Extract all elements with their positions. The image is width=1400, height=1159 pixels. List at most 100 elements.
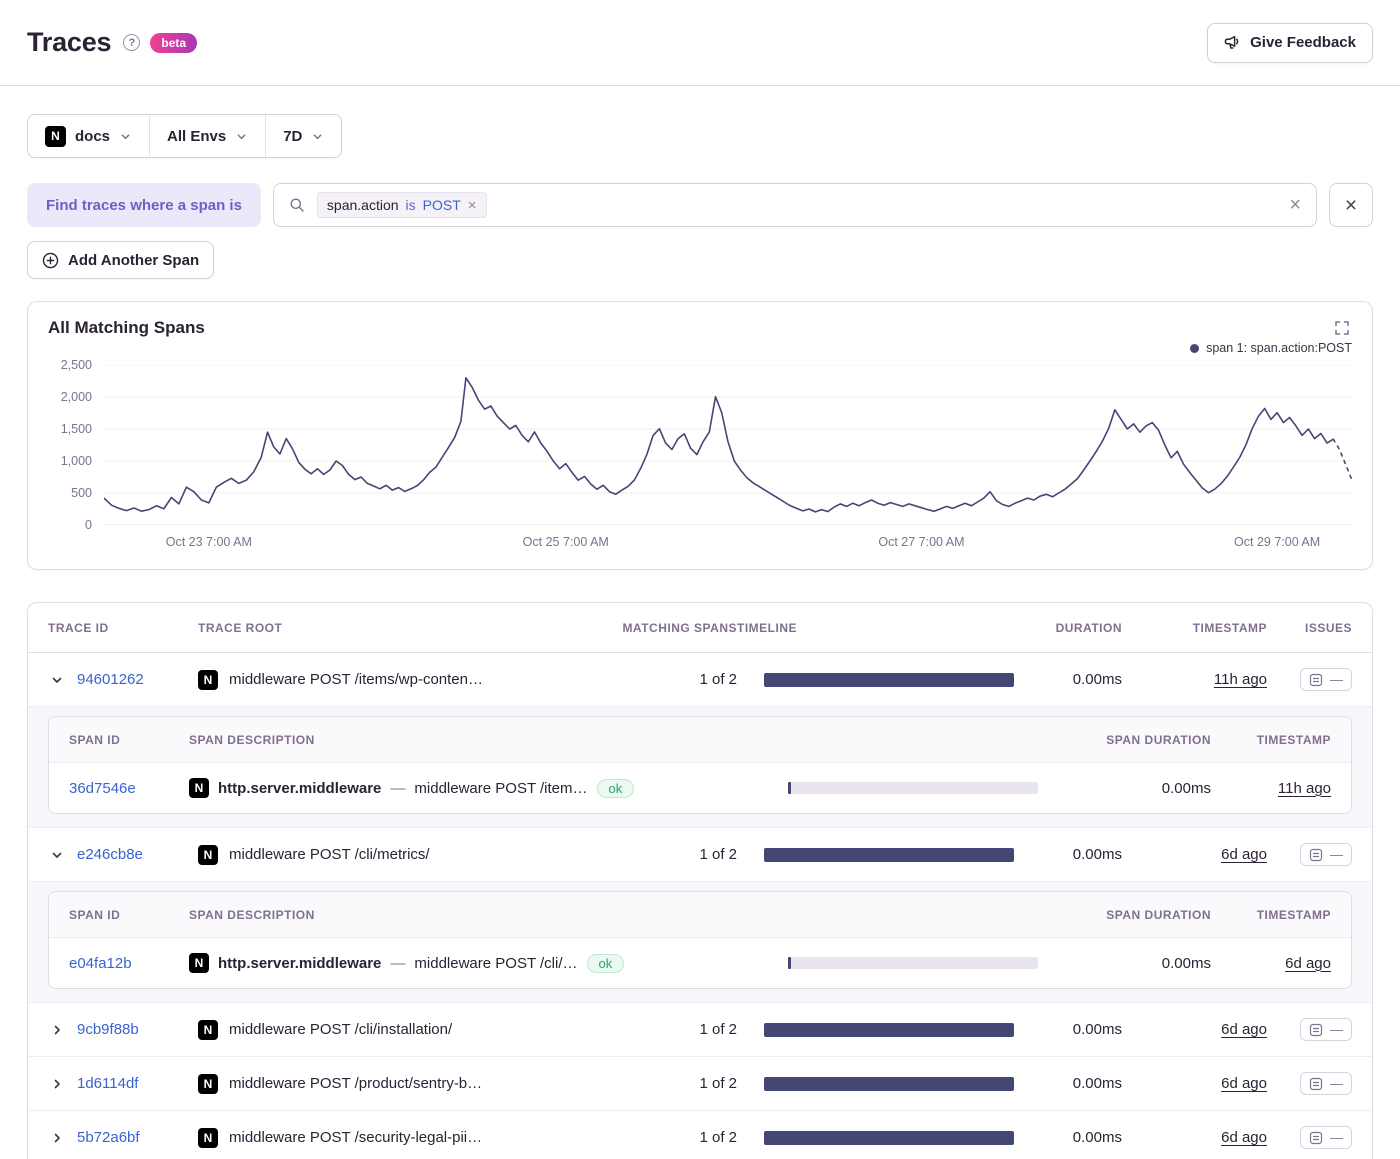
timestamp-value[interactable]: 6d ago: [1221, 1075, 1267, 1092]
page-title: Traces: [27, 27, 111, 58]
col-span-duration: Span Duration: [1041, 908, 1211, 922]
span-description-text: middleware POST /cli/…: [414, 955, 577, 972]
span-op: http.server.middleware: [218, 955, 381, 972]
search-token[interactable]: span.action is POST ×: [317, 192, 487, 218]
span-timeline-marker: [788, 782, 791, 794]
timeline-bar[interactable]: [764, 1023, 1014, 1037]
chevron-right-icon[interactable]: [48, 1021, 66, 1039]
traces-table: Trace ID Trace Root Matching Spans Timel…: [27, 602, 1373, 1159]
project-selector-label: docs: [75, 128, 110, 145]
span-row[interactable]: e04fa12b N http.server.middleware — midd…: [49, 938, 1351, 988]
remove-span-filter-button[interactable]: ×: [1329, 183, 1373, 227]
chevron-down-icon: [119, 130, 132, 143]
nextjs-icon: N: [198, 1128, 218, 1148]
trace-id-link[interactable]: 94601262: [77, 671, 144, 688]
issues-indicator[interactable]: —: [1300, 843, 1352, 866]
issues-icon: [1309, 1131, 1323, 1145]
chart-y-axis: 05001,0001,5002,0002,500: [48, 365, 104, 525]
legend-dot: [1190, 344, 1199, 353]
table-row[interactable]: e246cb8e N middleware POST /cli/metrics/…: [28, 828, 1372, 882]
span-duration-value: 0.00ms: [1041, 780, 1211, 797]
give-feedback-button[interactable]: Give Feedback: [1207, 23, 1373, 63]
give-feedback-label: Give Feedback: [1250, 34, 1356, 51]
nextjs-icon: N: [198, 1020, 218, 1040]
table-row[interactable]: 1d6114df N middleware POST /product/sent…: [28, 1057, 1372, 1111]
chevron-down-icon[interactable]: [48, 846, 66, 864]
span-timeline-track[interactable]: [788, 957, 1038, 969]
issues-indicator[interactable]: —: [1300, 668, 1352, 691]
help-icon[interactable]: ?: [123, 34, 140, 51]
y-axis-label: 1,500: [61, 421, 92, 437]
timeline-bar[interactable]: [764, 1077, 1014, 1091]
project-selector[interactable]: N docs: [28, 115, 149, 157]
beta-badge: beta: [150, 33, 197, 53]
span-timestamp-value[interactable]: 11h ago: [1278, 780, 1331, 797]
issues-indicator[interactable]: —: [1300, 1072, 1352, 1095]
timeline-bar[interactable]: [764, 848, 1014, 862]
add-another-span-label: Add Another Span: [68, 252, 199, 269]
environment-selector[interactable]: All Envs: [149, 115, 265, 157]
y-axis-label: 2,000: [61, 389, 92, 405]
span-timestamp-value[interactable]: 6d ago: [1285, 955, 1331, 972]
chevron-down-icon: [235, 130, 248, 143]
trace-root-text: middleware POST /security-legal-pii…: [229, 1129, 482, 1146]
token-value: POST: [423, 197, 461, 213]
y-axis-label: 1,000: [61, 453, 92, 469]
span-separator: —: [390, 955, 405, 972]
chevron-right-icon[interactable]: [48, 1129, 66, 1147]
chart-title: All Matching Spans: [48, 318, 205, 338]
trace-id-link[interactable]: e246cb8e: [77, 846, 143, 863]
table-row[interactable]: 94601262 N middleware POST /items/wp-con…: [28, 653, 1372, 707]
trace-root-text: middleware POST /product/sentry-b…: [229, 1075, 482, 1092]
nextjs-icon: N: [45, 126, 66, 147]
trace-id-link[interactable]: 5b72a6bf: [77, 1129, 140, 1146]
page-filter-bar: N docs All Envs 7D: [27, 114, 342, 158]
chart-plot[interactable]: [104, 365, 1352, 525]
issues-icon: [1309, 848, 1323, 862]
matching-spans-count: 1 of 2: [567, 671, 737, 688]
expanded-spans-region: Span ID Span Description Span Duration T…: [28, 882, 1372, 1003]
timestamp-value[interactable]: 6d ago: [1221, 846, 1267, 863]
span-table-header-row: Span ID Span Description Span Duration T…: [49, 892, 1351, 938]
col-span-duration: Span Duration: [1041, 733, 1211, 747]
x-axis-label: Oct 27 7:00 AM: [878, 535, 964, 549]
span-row[interactable]: 36d7546e N http.server.middleware — midd…: [49, 763, 1351, 813]
table-row[interactable]: 9cb9f88b N middleware POST /cli/installa…: [28, 1003, 1372, 1057]
span-filter-row: Find traces where a span is span.action …: [27, 183, 1373, 227]
date-range-selector[interactable]: 7D: [265, 115, 341, 157]
trace-id-link[interactable]: 1d6114df: [77, 1075, 138, 1092]
timestamp-value[interactable]: 6d ago: [1221, 1021, 1267, 1038]
col-span-description: Span Description: [189, 733, 781, 747]
col-span-description: Span Description: [189, 908, 781, 922]
issues-indicator[interactable]: —: [1300, 1126, 1352, 1149]
span-id-link[interactable]: 36d7546e: [69, 780, 189, 797]
issues-icon: [1309, 1077, 1323, 1091]
remove-token-icon[interactable]: ×: [468, 198, 477, 213]
fullscreen-icon[interactable]: [1332, 318, 1352, 338]
timestamp-value[interactable]: 6d ago: [1221, 1129, 1267, 1146]
span-timeline-track[interactable]: [788, 782, 1038, 794]
chevron-down-icon: [311, 130, 324, 143]
clear-search-icon[interactable]: ×: [1289, 195, 1301, 215]
span-id-link[interactable]: e04fa12b: [69, 955, 189, 972]
duration-value: 0.00ms: [1017, 1075, 1122, 1092]
timeline-bar[interactable]: [764, 1131, 1014, 1145]
chevron-down-icon[interactable]: [48, 671, 66, 689]
trace-id-link[interactable]: 9cb9f88b: [77, 1021, 139, 1038]
all-matching-spans-panel: All Matching Spans span 1: span.action:P…: [27, 301, 1373, 570]
add-another-span-button[interactable]: Add Another Span: [27, 241, 214, 279]
y-axis-label: 2,500: [61, 357, 92, 373]
span-search-bar[interactable]: span.action is POST × ×: [273, 183, 1317, 227]
nextjs-icon: N: [198, 845, 218, 865]
issues-count: —: [1330, 847, 1343, 862]
token-key: span.action: [327, 197, 399, 213]
search-icon: [289, 197, 305, 213]
span-separator: —: [390, 780, 405, 797]
issues-indicator[interactable]: —: [1300, 1018, 1352, 1041]
timestamp-value[interactable]: 11h ago: [1214, 671, 1267, 688]
y-axis-label: 500: [71, 485, 92, 501]
table-row[interactable]: 5b72a6bf N middleware POST /security-leg…: [28, 1111, 1372, 1159]
chevron-right-icon[interactable]: [48, 1075, 66, 1093]
issues-icon: [1309, 673, 1323, 687]
timeline-bar[interactable]: [764, 673, 1014, 687]
